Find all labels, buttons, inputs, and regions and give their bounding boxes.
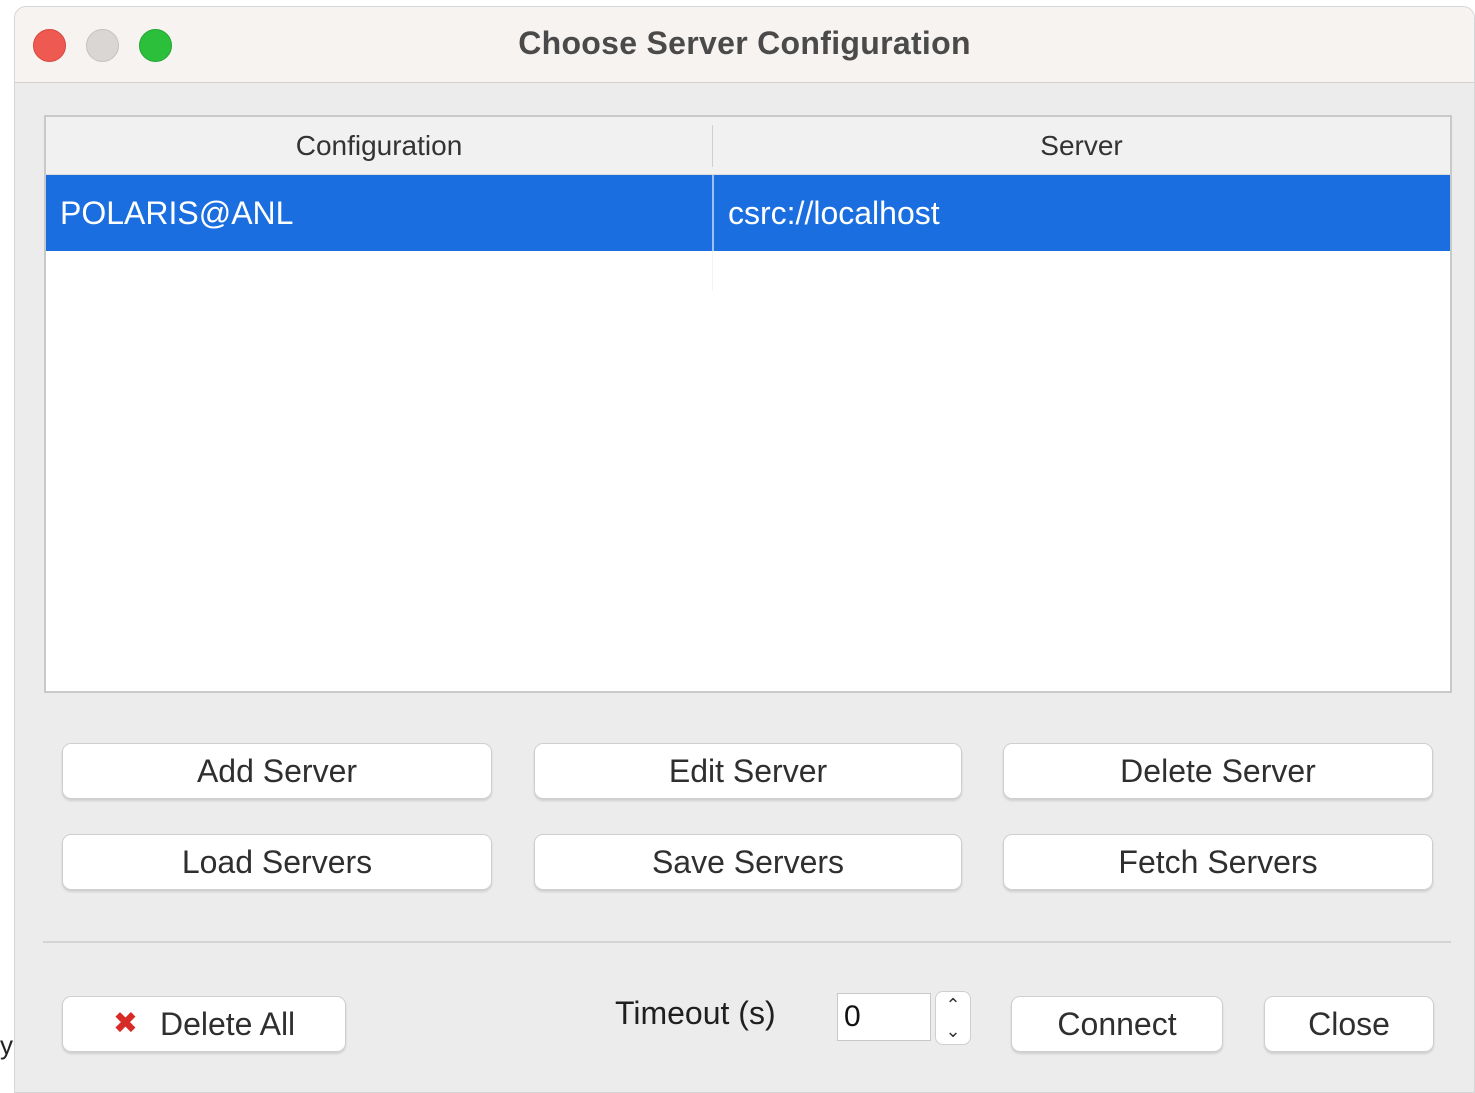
cell-server[interactable]: csrc://localhost: [728, 175, 1428, 251]
delete-server-button[interactable]: Delete Server: [1003, 743, 1433, 799]
horizontal-separator: [43, 941, 1451, 943]
empty-area-divider: [712, 251, 713, 291]
add-server-button[interactable]: Add Server: [62, 743, 492, 799]
connect-button[interactable]: Connect: [1011, 996, 1223, 1052]
table-header: Configuration Server: [46, 117, 1450, 175]
row-cell-divider: [712, 175, 714, 251]
timeout-label: Timeout (s): [615, 995, 776, 1031]
x-mark-icon: ✖: [112, 1007, 138, 1040]
save-servers-button[interactable]: Save Servers: [534, 834, 962, 890]
chevron-up-icon[interactable]: ⌃: [936, 992, 970, 1018]
column-header-configuration[interactable]: Configuration: [46, 117, 712, 175]
load-servers-button[interactable]: Load Servers: [62, 834, 492, 890]
close-button[interactable]: Close: [1264, 996, 1434, 1052]
column-header-server[interactable]: Server: [713, 117, 1450, 175]
timeout-stepper[interactable]: ⌃ ⌄: [935, 991, 971, 1045]
table-row[interactable]: POLARIS@ANL csrc://localhost: [46, 175, 1450, 251]
delete-all-label: Delete All: [159, 1006, 296, 1042]
timeout-input[interactable]: 0: [837, 993, 931, 1041]
dialog-window: Choose Server Configuration Configuratio…: [14, 6, 1475, 1093]
cell-configuration[interactable]: POLARIS@ANL: [60, 175, 710, 251]
server-table: Configuration Server POLARIS@ANL csrc://…: [44, 115, 1452, 693]
delete-all-button[interactable]: ✖ Delete All: [62, 996, 346, 1052]
chevron-down-icon[interactable]: ⌄: [936, 1018, 970, 1044]
fetch-servers-button[interactable]: Fetch Servers: [1003, 834, 1433, 890]
window-title: Choose Server Configuration: [518, 25, 971, 61]
edit-server-button[interactable]: Edit Server: [534, 743, 962, 799]
title-bar: Choose Server Configuration: [15, 7, 1474, 83]
stray-text: y: [0, 1030, 13, 1060]
background-strip: [0, 0, 14, 1093]
